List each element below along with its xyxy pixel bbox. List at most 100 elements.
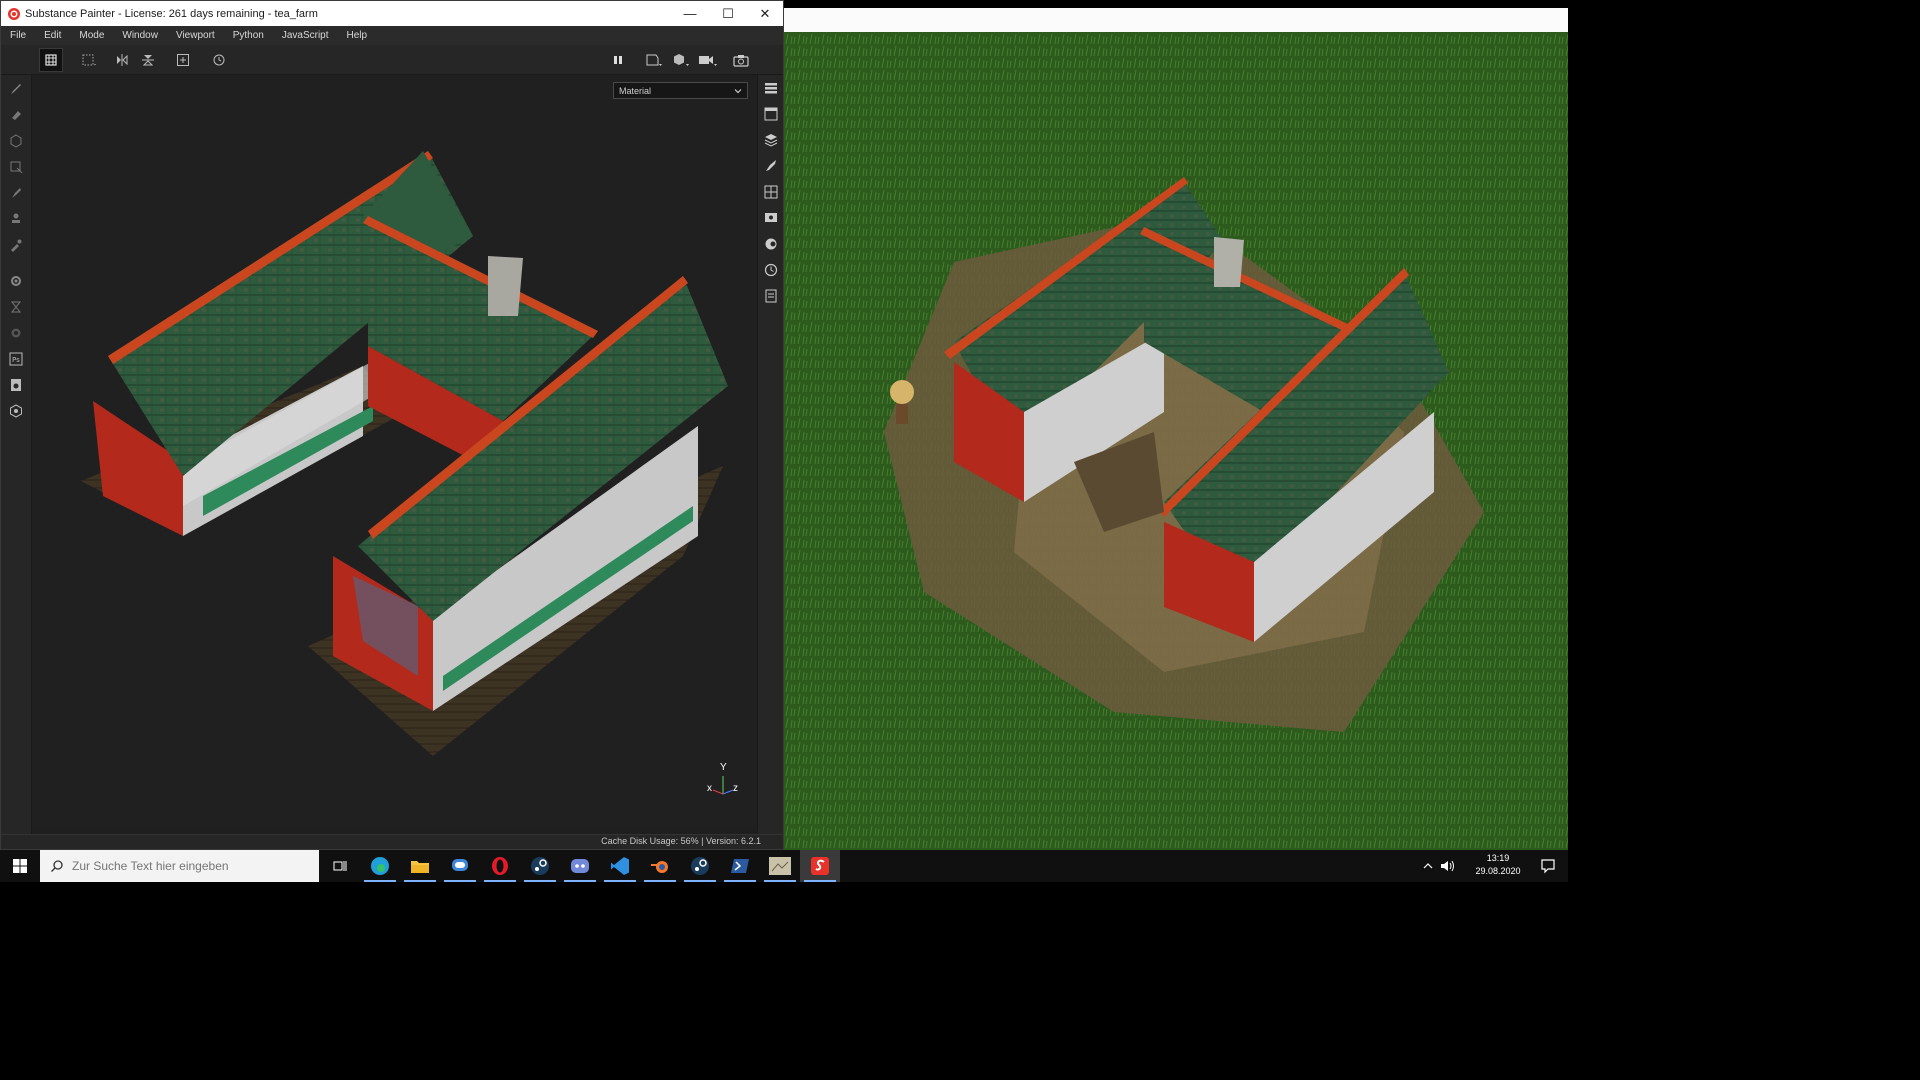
send-to-button[interactable] xyxy=(6,375,26,395)
notifications-icon[interactable] xyxy=(1540,858,1556,874)
close-icon: ✕ xyxy=(759,5,771,21)
projection-tool-button[interactable] xyxy=(6,131,26,151)
menu-mode[interactable]: Mode xyxy=(70,30,113,41)
chevron-up-icon[interactable] xyxy=(1422,860,1434,872)
pause-icon xyxy=(614,56,622,64)
mirror-vertical-icon xyxy=(142,55,154,66)
layers-icon xyxy=(764,134,778,147)
texture-set-list-button[interactable] xyxy=(762,79,780,97)
task-view-icon xyxy=(333,861,347,871)
maximize-button[interactable]: ☐ xyxy=(709,1,747,26)
polygon-fill-mode-button[interactable] xyxy=(39,48,63,72)
taskbar-powershell[interactable] xyxy=(720,850,760,882)
marquee-select-button[interactable] xyxy=(77,48,101,72)
system-tray: 13:19 29.08.2020 xyxy=(1423,850,1568,882)
title-bar[interactable]: Substance Painter - License: 261 days re… xyxy=(1,1,783,26)
projection-cube-icon xyxy=(10,134,22,148)
polygon-fill-tool-button[interactable] xyxy=(6,157,26,177)
close-button[interactable]: ✕ xyxy=(746,1,784,26)
menu-file[interactable]: File xyxy=(1,30,35,41)
minimize-button[interactable]: — xyxy=(671,1,709,26)
taskbar-blender[interactable] xyxy=(640,850,680,882)
photoshop-bridge-button[interactable]: Ps xyxy=(6,349,26,369)
properties-button[interactable] xyxy=(762,157,780,175)
taskbar-vs-code[interactable] xyxy=(600,850,640,882)
game-window-header xyxy=(784,8,1568,32)
opera-icon xyxy=(492,857,508,875)
clone-tool-button[interactable] xyxy=(6,209,26,229)
video-camera-icon xyxy=(699,56,717,66)
clock-date: 29.08.2020 xyxy=(1475,866,1521,876)
substance-source-button[interactable] xyxy=(6,323,26,343)
bake-tool-button[interactable] xyxy=(6,271,26,291)
log-button[interactable] xyxy=(762,287,780,305)
taskbar-discord[interactable] xyxy=(560,850,600,882)
menu-help[interactable]: Help xyxy=(338,30,377,41)
fit-view-button[interactable] xyxy=(171,48,195,72)
window-settings-icon xyxy=(764,107,778,121)
taskbar-file-explorer[interactable] xyxy=(400,850,440,882)
status-text: Cache Disk Usage: 56% | Version: 6.2.1 xyxy=(601,836,761,846)
symmetry-y-button[interactable] xyxy=(136,48,160,72)
eraser-tool-button[interactable] xyxy=(6,105,26,125)
window-title: Substance Painter - License: 261 days re… xyxy=(25,7,318,20)
history-icon xyxy=(213,54,225,66)
eyedropper-icon xyxy=(11,239,22,252)
search-input[interactable] xyxy=(72,859,302,873)
clock[interactable]: 13:19 29.08.2020 xyxy=(1468,852,1528,878)
menu-python[interactable]: Python xyxy=(224,30,273,41)
axis-y-label: Y xyxy=(720,762,727,773)
hourglass-icon xyxy=(10,301,22,313)
3d-viewport[interactable]: Material Y x z xyxy=(33,76,755,828)
color-picker-tool-button[interactable] xyxy=(6,235,26,255)
taskbar-opera[interactable] xyxy=(480,850,520,882)
view-2d-button[interactable] xyxy=(642,48,666,72)
frame-plus-icon xyxy=(177,54,189,66)
square-view-icon xyxy=(646,54,662,66)
export-tool-button[interactable] xyxy=(6,297,26,317)
task-view-button[interactable] xyxy=(320,850,360,882)
camera-mode-button[interactable] xyxy=(696,48,720,72)
view-3d-button[interactable] xyxy=(669,48,693,72)
menu-edit[interactable]: Edit xyxy=(35,30,70,41)
taskbar-steam[interactable] xyxy=(520,850,560,882)
menu-window[interactable]: Window xyxy=(113,30,167,41)
texture-set-settings-button[interactable] xyxy=(762,105,780,123)
smudge-tool-button[interactable] xyxy=(6,183,26,203)
brush-properties-icon xyxy=(766,160,776,171)
cube-icon xyxy=(674,54,689,66)
game-thumbnail-icon xyxy=(769,857,791,875)
display-settings-button[interactable] xyxy=(762,209,780,227)
history-button[interactable] xyxy=(762,261,780,279)
grid-icon xyxy=(764,185,778,199)
brush-icon xyxy=(11,84,21,94)
menu-viewport[interactable]: Viewport xyxy=(167,30,224,41)
volume-icon[interactable] xyxy=(1440,859,1456,873)
taskbar-steam-2[interactable] xyxy=(680,850,720,882)
taskbar-substance-painter[interactable] xyxy=(800,850,840,882)
game-view-window[interactable] xyxy=(784,0,1568,850)
status-bar: Cache Disk Usage: 56% | Version: 6.2.1 xyxy=(1,834,783,849)
taskbar-chat-app[interactable] xyxy=(440,850,480,882)
reset-camera-button[interactable] xyxy=(207,48,231,72)
game-scene xyxy=(784,32,1568,850)
taskbar-game[interactable] xyxy=(760,850,800,882)
start-button[interactable] xyxy=(0,850,40,882)
sphere-icon xyxy=(765,238,777,250)
discord-icon xyxy=(571,859,589,873)
screenshot-button[interactable] xyxy=(729,48,753,72)
plugin-button[interactable] xyxy=(6,401,26,421)
clock-time: 13:19 xyxy=(1486,853,1510,863)
smudge-icon xyxy=(12,188,21,198)
paint-tool-button[interactable] xyxy=(6,79,26,99)
shelf-button[interactable] xyxy=(762,183,780,201)
shader-settings-button[interactable] xyxy=(762,235,780,253)
layers-button[interactable] xyxy=(762,131,780,149)
menu-javascript[interactable]: JavaScript xyxy=(273,30,338,41)
clock-icon xyxy=(764,263,778,277)
taskbar-search[interactable] xyxy=(40,850,319,882)
taskbar-edge[interactable] xyxy=(360,850,400,882)
pause-render-button[interactable] xyxy=(606,48,630,72)
mirror-horizontal-icon xyxy=(117,54,128,66)
symmetry-x-button[interactable] xyxy=(110,48,134,72)
